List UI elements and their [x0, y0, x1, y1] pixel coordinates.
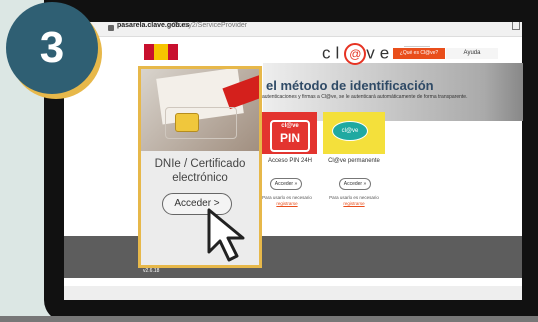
laptop-base: [0, 316, 538, 322]
pin-note: Para usarlo es necesario: [262, 195, 312, 200]
step-badge: 3: [6, 2, 98, 94]
que-es-clave-button[interactable]: ¿Qué es Cl@ve?: [393, 48, 445, 59]
lock-icon: [108, 25, 114, 31]
perm-card-label: Cl@ve permanente: [328, 158, 380, 164]
version-text: v2.6.18: [143, 268, 160, 274]
ayuda-button[interactable]: Ayuda: [446, 48, 498, 59]
perm-badge: cl@ve: [332, 121, 368, 141]
dni-title: DNIe / Certificado electrónico: [154, 158, 246, 184]
gobierno-logo: [144, 44, 178, 60]
clave-at-icon: @: [344, 43, 367, 65]
perm-note: Para usarlo es necesario: [329, 195, 379, 200]
footer: [64, 236, 522, 278]
perm-register-link[interactable]: registrarse: [329, 201, 379, 206]
clave-logo: cl @ ve: [322, 43, 394, 65]
pin-acceder-button[interactable]: Acceder »: [270, 178, 302, 190]
chip-icon: [175, 113, 199, 132]
page-bottom: [64, 286, 522, 300]
pin-card-label: Acceso PIN 24H: [267, 158, 313, 164]
cursor-icon: [207, 208, 245, 262]
step-number: 3: [39, 23, 65, 72]
dni-photo: [141, 69, 259, 151]
pin-register-link[interactable]: registrarse: [262, 201, 312, 206]
pin-badge: cl@ve PIN: [270, 120, 310, 152]
share-icon[interactable]: [512, 22, 520, 30]
clave-logo-text-2: ve: [366, 43, 395, 63]
url-path[interactable]: /Proxy2/ServiceProvider: [172, 22, 247, 29]
hero-title: el método de identificación: [266, 78, 434, 93]
pin-badge-top: cl@ve: [281, 123, 299, 129]
pin-badge-main: PIN: [279, 131, 300, 145]
clave-logo-text: cl: [322, 43, 345, 63]
hero-subtitle: autenticaciones y firmas a Cl@ve, se le …: [262, 94, 468, 100]
perm-acceder-button[interactable]: Acceder »: [339, 178, 371, 190]
